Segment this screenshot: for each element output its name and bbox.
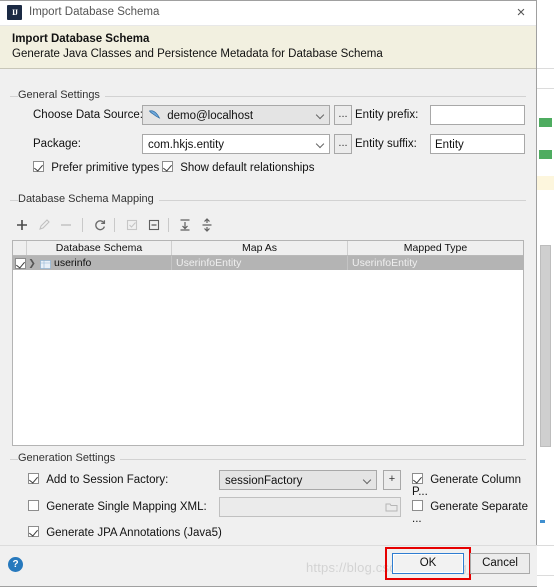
add-to-session-factory-label: Add to Session Factory:: [46, 473, 169, 486]
toolbar-separator: [168, 218, 169, 232]
row-map-as: UserinfoEntity: [172, 256, 348, 270]
generate-single-mapping-xml-label: Generate Single Mapping XML:: [46, 500, 207, 513]
checkbox-box: [412, 473, 423, 484]
folder-icon[interactable]: [385, 501, 398, 512]
data-source-combo[interactable]: demo@localhost: [142, 105, 330, 125]
bg-divider: [536, 545, 554, 546]
checkbox-box: [412, 500, 423, 511]
expand-chevron-icon[interactable]: ❯: [27, 258, 37, 268]
add-icon[interactable]: [12, 215, 32, 235]
schema-mapping-group: Database Schema Mapping: [10, 193, 526, 205]
checkbox-box: [28, 500, 39, 511]
checkbox-box: [33, 161, 44, 172]
datasource-icon: [148, 109, 161, 120]
show-default-relationships-checkbox[interactable]: Show default relationships: [162, 161, 314, 174]
table-header-map-as[interactable]: Map As: [172, 241, 348, 255]
generate-single-mapping-xml-checkbox[interactable]: Generate Single Mapping XML:: [28, 500, 207, 513]
intellij-idea-icon: IJ: [7, 5, 22, 20]
prefer-primitive-types-checkbox[interactable]: Prefer primitive types: [33, 161, 159, 174]
generate-column-properties-label: Generate Column P...: [412, 473, 521, 498]
bg-code-token: [539, 118, 552, 127]
session-factory-combo[interactable]: sessionFactory: [219, 470, 377, 490]
row-checkbox[interactable]: [13, 257, 27, 269]
chevron-down-icon: [317, 141, 324, 148]
import-database-schema-dialog: IJ Import Database Schema × Import Datab…: [0, 0, 537, 587]
help-icon[interactable]: ?: [8, 557, 23, 572]
generate-jpa-annotations-label: Generate JPA Annotations (Java5): [46, 526, 222, 539]
bg-code-token: [539, 150, 552, 159]
deselect-all-icon[interactable]: [144, 215, 164, 235]
toolbar-separator: [82, 218, 83, 232]
session-factory-value: sessionFactory: [225, 475, 303, 487]
schema-mapping-table[interactable]: Database Schema Map As Mapped Type ❯ use…: [12, 240, 524, 446]
dialog-banner: Import Database Schema Generate Java Cla…: [0, 26, 536, 69]
bg-divider: [536, 575, 554, 576]
close-icon[interactable]: ×: [512, 4, 530, 22]
refresh-icon[interactable]: [90, 215, 110, 235]
row-schema-name: userinfo: [54, 257, 92, 269]
dialog-titlebar[interactable]: IJ Import Database Schema ×: [0, 1, 536, 26]
checkbox-box: [28, 526, 39, 537]
package-label: Package:: [33, 138, 81, 150]
general-settings-group: General Settings: [10, 89, 526, 101]
row-mapped-type: UserinfoEntity: [352, 257, 418, 269]
general-settings-legend: General Settings: [18, 89, 105, 101]
bg-divider: [536, 88, 554, 89]
generate-jpa-annotations-checkbox[interactable]: Generate JPA Annotations (Java5): [28, 526, 222, 539]
table-header-database-schema[interactable]: Database Schema: [27, 241, 172, 255]
expand-all-icon[interactable]: [175, 215, 195, 235]
checkbox-box: [28, 473, 39, 484]
toolbar-separator: [114, 218, 115, 232]
data-source-browse-button[interactable]: ...: [334, 105, 352, 125]
table-header-check: [13, 241, 27, 255]
bg-marker: [540, 520, 545, 523]
chevron-down-icon: [317, 112, 324, 119]
generate-separate-label: Generate Separate ...: [412, 500, 529, 525]
package-value: com.hkjs.entity: [148, 139, 225, 151]
table-icon: [40, 259, 51, 269]
cancel-button[interactable]: Cancel: [470, 553, 530, 574]
add-session-factory-button[interactable]: +: [383, 470, 401, 490]
remove-icon: [56, 215, 76, 235]
row-schema-cell: ❯ userinfo: [27, 256, 172, 270]
add-to-session-factory-checkbox[interactable]: Add to Session Factory:: [28, 473, 168, 486]
table-header-row: Database Schema Map As Mapped Type: [13, 241, 523, 256]
entity-prefix-label: Entity prefix:: [355, 109, 419, 121]
banner-title: Import Database Schema: [12, 33, 150, 45]
data-source-value: demo@localhost: [167, 110, 254, 122]
table-header-mapped-type[interactable]: Mapped Type: [348, 241, 523, 255]
entity-suffix-input[interactable]: Entity: [430, 134, 525, 154]
checkbox-box: [162, 161, 173, 172]
select-all-checkbox-icon: [122, 215, 142, 235]
package-browse-button[interactable]: ...: [334, 134, 352, 154]
table-row[interactable]: ❯ userinfo UserinfoEntity UserinfoEntity: [13, 256, 523, 270]
schema-mapping-toolbar: [12, 215, 212, 237]
edit-pencil-icon: [34, 215, 54, 235]
generate-column-properties-checkbox[interactable]: Generate Column P...: [412, 473, 536, 498]
generation-settings-group: Generation Settings: [10, 452, 526, 464]
ok-button[interactable]: OK: [392, 553, 464, 574]
entity-prefix-input[interactable]: [430, 105, 525, 125]
chevron-down-icon: [364, 477, 371, 484]
entity-suffix-label: Entity suffix:: [355, 138, 417, 150]
package-combo[interactable]: com.hkjs.entity: [142, 134, 330, 154]
bg-divider: [536, 68, 554, 69]
bg-scrollbar[interactable]: [540, 245, 551, 447]
data-source-label: Choose Data Source:: [33, 109, 143, 121]
generate-separate-checkbox[interactable]: Generate Separate ...: [412, 500, 536, 525]
dialog-title: Import Database Schema: [29, 6, 160, 18]
checkbox-box: [14, 257, 26, 269]
bg-highlight-line: [536, 176, 554, 190]
banner-subtitle: Generate Java Classes and Persistence Me…: [12, 48, 383, 60]
schema-mapping-legend: Database Schema Mapping: [18, 193, 159, 205]
single-mapping-xml-input[interactable]: [219, 497, 401, 517]
generation-settings-legend: Generation Settings: [18, 452, 121, 464]
collapse-all-icon[interactable]: [197, 215, 217, 235]
show-default-relationships-label: Show default relationships: [180, 161, 315, 174]
prefer-primitive-types-label: Prefer primitive types: [51, 161, 160, 174]
